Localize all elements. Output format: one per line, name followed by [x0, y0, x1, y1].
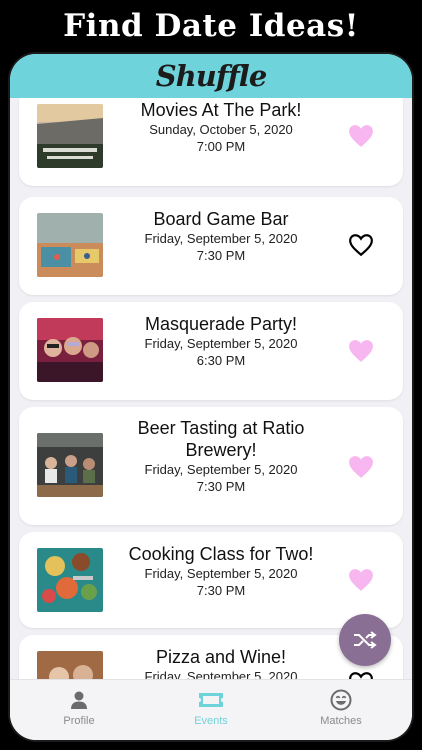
tab-bar: Profile Events Matches: [10, 679, 412, 740]
event-time: 7:30 PM: [196, 248, 246, 263]
event-time: 6:30 PM: [196, 353, 246, 368]
heart-filled-icon[interactable]: [348, 124, 374, 148]
event-card[interactable]: Beer Tasting at Ratio Brewery! Friday, S…: [19, 407, 403, 525]
event-card[interactable]: Masquerade Party! Friday, September 5, 2…: [19, 302, 403, 400]
event-date: Friday, September 5, 2020: [144, 462, 298, 477]
event-title: Masquerade Party!: [144, 314, 298, 334]
shuffle-icon: [354, 631, 377, 649]
event-thumbnail: [37, 318, 103, 382]
tab-matches[interactable]: Matches: [274, 688, 408, 727]
event-time: 7:30 PM: [196, 583, 246, 598]
tab-label: Events: [194, 715, 228, 727]
event-thumbnail: [37, 548, 103, 612]
event-date: Friday, September 5, 2020: [144, 231, 298, 246]
ticket-icon: [199, 693, 223, 707]
event-card[interactable]: Cooking Class for Two! Friday, September…: [19, 532, 403, 628]
shuffle-button[interactable]: [339, 614, 391, 666]
event-date: Sunday, October 5, 2020: [149, 122, 293, 137]
event-title: Beer Tasting at Ratio Brewery!: [137, 418, 305, 460]
heart-filled-icon[interactable]: [348, 455, 374, 479]
event-title: Cooking Class for Two!: [128, 544, 314, 564]
event-date: Friday, September 5, 2020: [144, 566, 298, 581]
app-header: Shuffle: [10, 54, 412, 98]
app-logo: Shuffle: [155, 59, 268, 93]
tab-profile[interactable]: Profile: [12, 688, 146, 727]
event-thumbnail: [37, 651, 103, 680]
event-title: Pizza and Wine!: [155, 647, 287, 667]
event-title: Board Game Bar: [153, 209, 289, 229]
event-thumbnail: [37, 104, 103, 168]
person-icon: [71, 691, 87, 709]
event-thumbnail: [37, 213, 103, 277]
heart-filled-icon[interactable]: [348, 568, 374, 592]
app-screen: Shuffle Movies At The Park! Sunday, Octo…: [10, 54, 412, 740]
promo-title: Find Date Ideas!: [63, 8, 359, 44]
event-title: Movies At The Park!: [140, 100, 302, 120]
event-time: 7:00 PM: [196, 139, 246, 154]
event-time: 7:30 PM: [196, 479, 246, 494]
tab-events[interactable]: Events: [144, 688, 278, 727]
tab-label: Matches: [320, 715, 362, 727]
smiley-icon: [330, 689, 352, 711]
tab-label: Profile: [63, 715, 95, 727]
events-feed[interactable]: Movies At The Park! Sunday, October 5, 2…: [10, 98, 412, 680]
event-card[interactable]: Board Game Bar Friday, September 5, 2020…: [19, 197, 403, 295]
event-thumbnail: [37, 433, 103, 497]
heart-filled-icon[interactable]: [348, 339, 374, 363]
event-card[interactable]: Movies At The Park! Sunday, October 5, 2…: [19, 98, 403, 186]
event-date: Friday, September 5, 2020: [144, 336, 298, 351]
heart-outline-icon[interactable]: [348, 233, 374, 257]
